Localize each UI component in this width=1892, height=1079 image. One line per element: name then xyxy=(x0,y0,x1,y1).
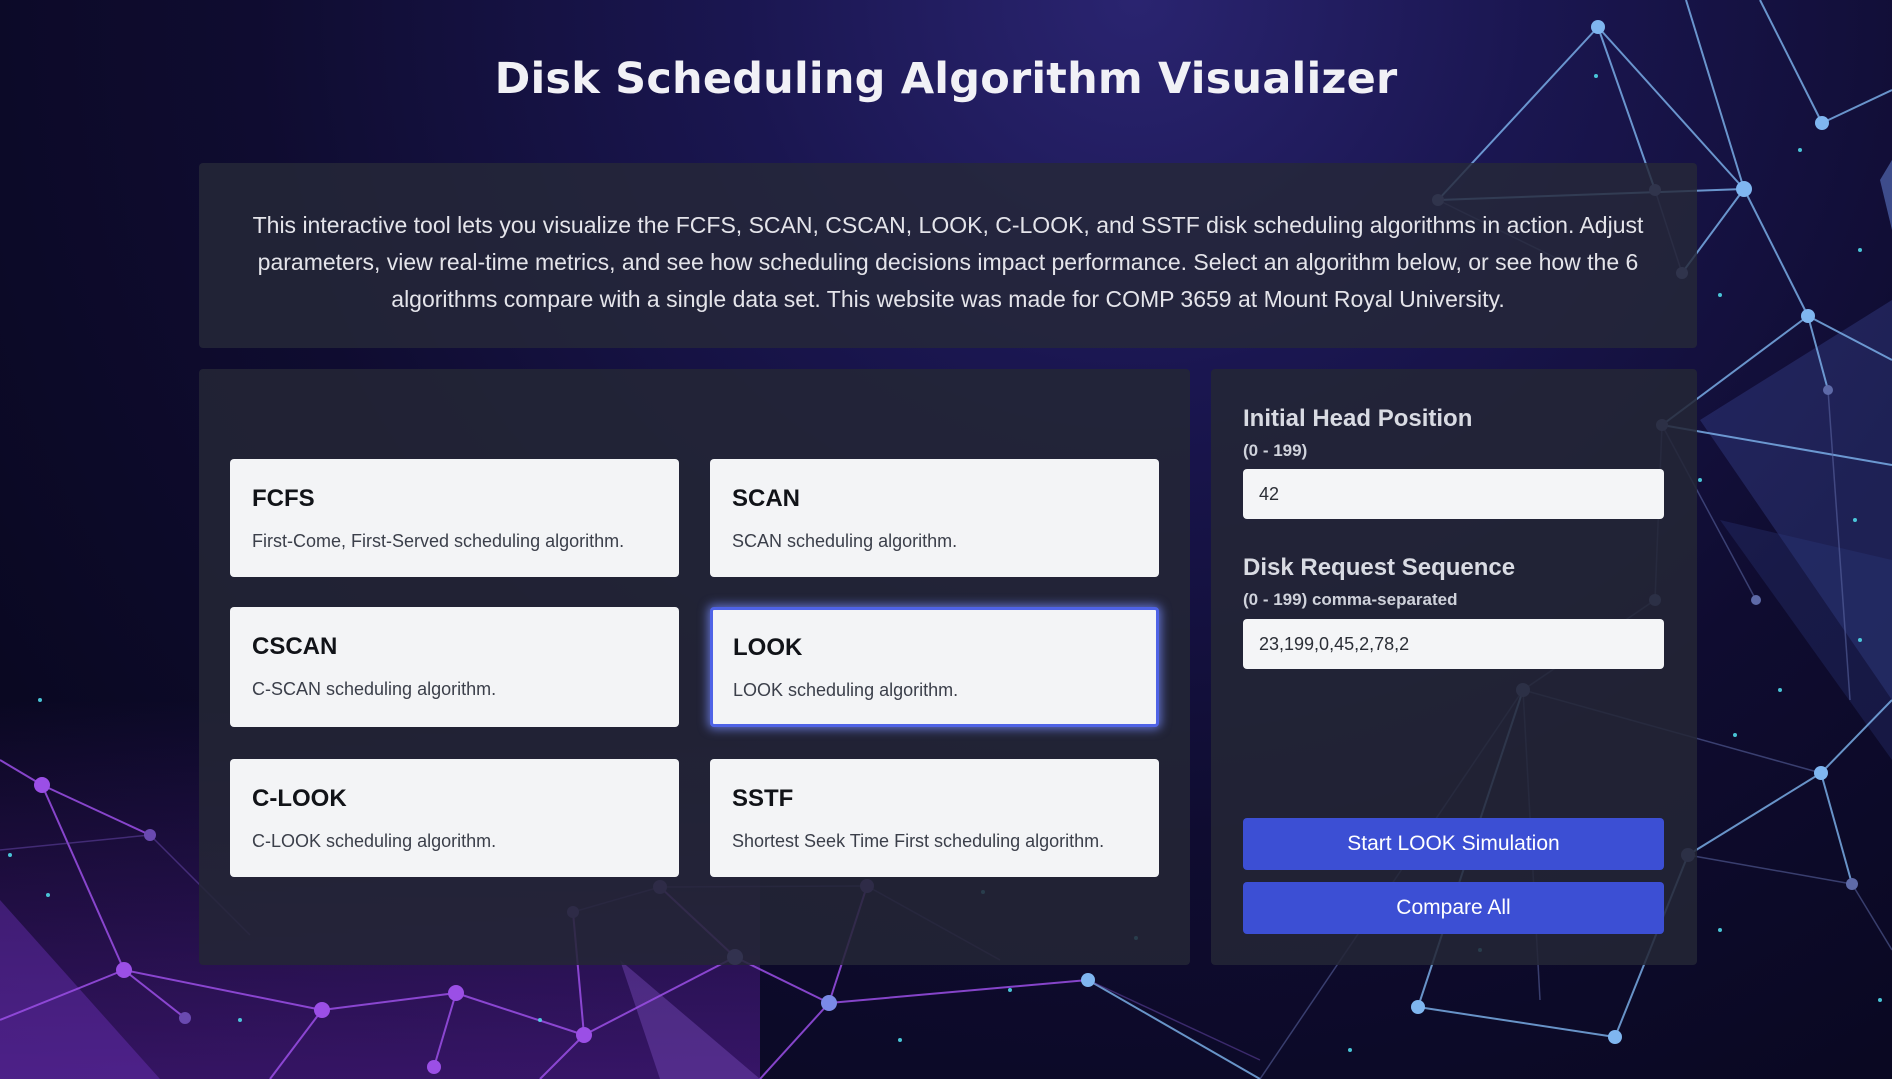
algorithm-card-scan[interactable]: SCAN SCAN scheduling algorithm. xyxy=(710,459,1159,577)
start-simulation-button[interactable]: Start LOOK Simulation xyxy=(1243,818,1664,870)
algorithm-name: C-LOOK xyxy=(252,785,347,812)
head-position-range: (0 - 199) xyxy=(1243,441,1308,460)
request-sequence-range: (0 - 199) comma-separated xyxy=(1243,590,1458,609)
request-sequence-label: Disk Request Sequence xyxy=(1243,554,1516,581)
algorithm-name: SCAN xyxy=(732,485,801,512)
compare-all-button[interactable]: Compare All xyxy=(1243,882,1664,934)
algorithm-card-sstf[interactable]: SSTF Shortest Seek Time First scheduling… xyxy=(710,759,1159,877)
algorithm-card-fcfs[interactable]: FCFS First-Come, First-Served scheduling… xyxy=(230,459,679,577)
parameters-panel: Initial Head Position (0 - 199) Disk Req… xyxy=(1211,369,1697,965)
algorithm-name: LOOK xyxy=(733,634,803,661)
algorithm-description: C-LOOK scheduling algorithm. xyxy=(252,831,497,851)
intro-panel: This interactive tool lets you visualize… xyxy=(199,163,1697,348)
algorithm-description: LOOK scheduling algorithm. xyxy=(733,680,959,700)
algorithm-card-c-look[interactable]: C-LOOK C-LOOK scheduling algorithm. xyxy=(230,759,679,877)
algorithm-name: FCFS xyxy=(252,485,315,512)
algorithm-description: Shortest Seek Time First scheduling algo… xyxy=(732,831,1105,851)
algorithm-selection-panel: FCFS First-Come, First-Served scheduling… xyxy=(199,369,1190,965)
algorithm-name: SSTF xyxy=(732,785,794,812)
head-position-label: Initial Head Position xyxy=(1243,405,1473,432)
page-title: Disk Scheduling Algorithm Visualizer xyxy=(494,54,1398,104)
algorithm-card-look[interactable]: LOOK LOOK scheduling algorithm. xyxy=(710,607,1159,727)
request-sequence-input[interactable] xyxy=(1243,619,1664,669)
algorithm-description: C-SCAN scheduling algorithm. xyxy=(252,679,497,699)
algorithm-description: First-Come, First-Served scheduling algo… xyxy=(252,531,625,551)
head-position-input[interactable] xyxy=(1243,469,1664,519)
algorithm-description: SCAN scheduling algorithm. xyxy=(732,531,958,551)
algorithm-card-cscan[interactable]: CSCAN C-SCAN scheduling algorithm. xyxy=(230,607,679,727)
algorithm-name: CSCAN xyxy=(252,633,338,660)
intro-text: This interactive tool lets you visualize… xyxy=(252,212,1644,312)
